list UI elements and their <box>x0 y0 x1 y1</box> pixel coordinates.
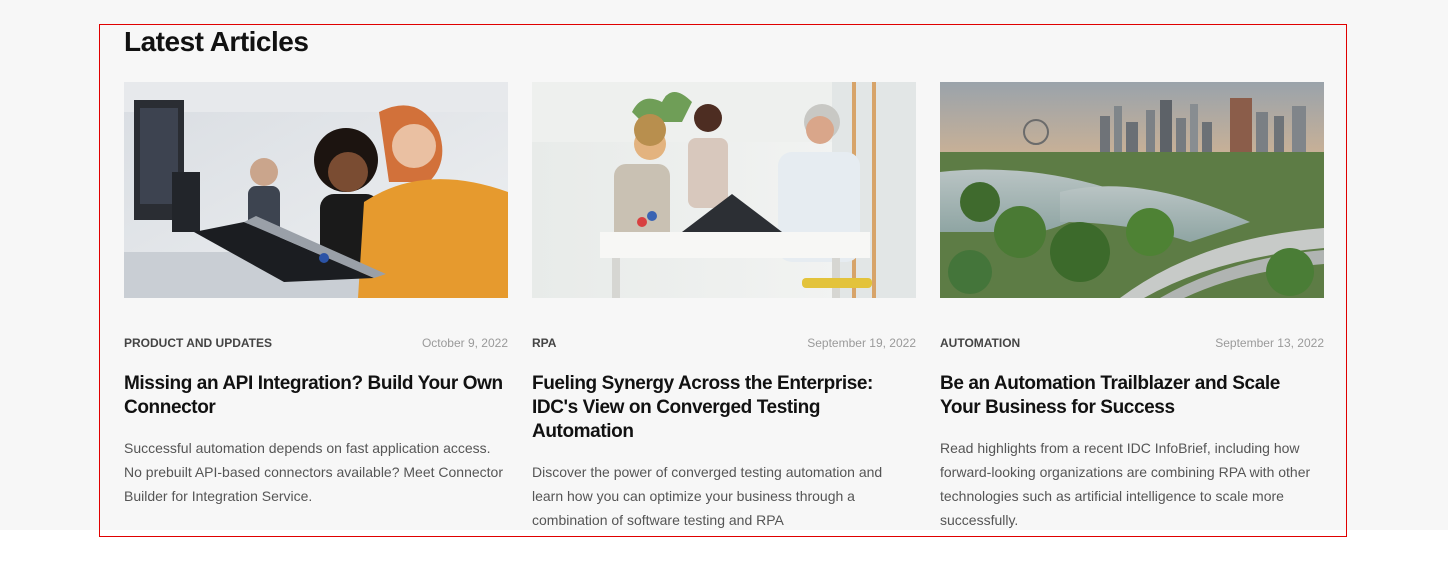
article-title[interactable]: Be an Automation Trailblazer and Scale Y… <box>940 372 1324 420</box>
category-label[interactable]: AUTOMATION <box>940 336 1020 350</box>
article-excerpt: Discover the power of converged testing … <box>532 464 883 528</box>
article-image[interactable] <box>940 82 1324 298</box>
publish-date: September 19, 2022 <box>807 336 916 350</box>
article-meta: PRODUCT AND UPDATES October 9, 2022 <box>124 336 508 350</box>
article-title[interactable]: Missing an API Integration? Build Your O… <box>124 372 508 420</box>
article-card[interactable]: AUTOMATION September 13, 2022 Be an Auto… <box>940 82 1324 528</box>
article-card[interactable]: RPA September 19, 2022 Fueling Synergy A… <box>532 82 916 528</box>
article-excerpt: Successful automation depends on fast ap… <box>124 440 503 504</box>
article-image[interactable] <box>532 82 916 298</box>
article-title[interactable]: Fueling Synergy Across the Enterprise: I… <box>532 372 916 444</box>
article-image[interactable] <box>124 82 508 298</box>
article-meta: AUTOMATION September 13, 2022 <box>940 336 1324 350</box>
category-label[interactable]: PRODUCT AND UPDATES <box>124 336 272 350</box>
article-excerpt: Read highlights from a recent IDC InfoBr… <box>940 440 1311 528</box>
publish-date: September 13, 2022 <box>1215 336 1324 350</box>
section-title: Latest Articles <box>124 26 309 57</box>
category-label[interactable]: RPA <box>532 336 556 350</box>
article-card[interactable]: PRODUCT AND UPDATES October 9, 2022 Miss… <box>124 82 508 504</box>
publish-date: October 9, 2022 <box>421 336 508 350</box>
article-meta: RPA September 19, 2022 <box>532 336 916 350</box>
